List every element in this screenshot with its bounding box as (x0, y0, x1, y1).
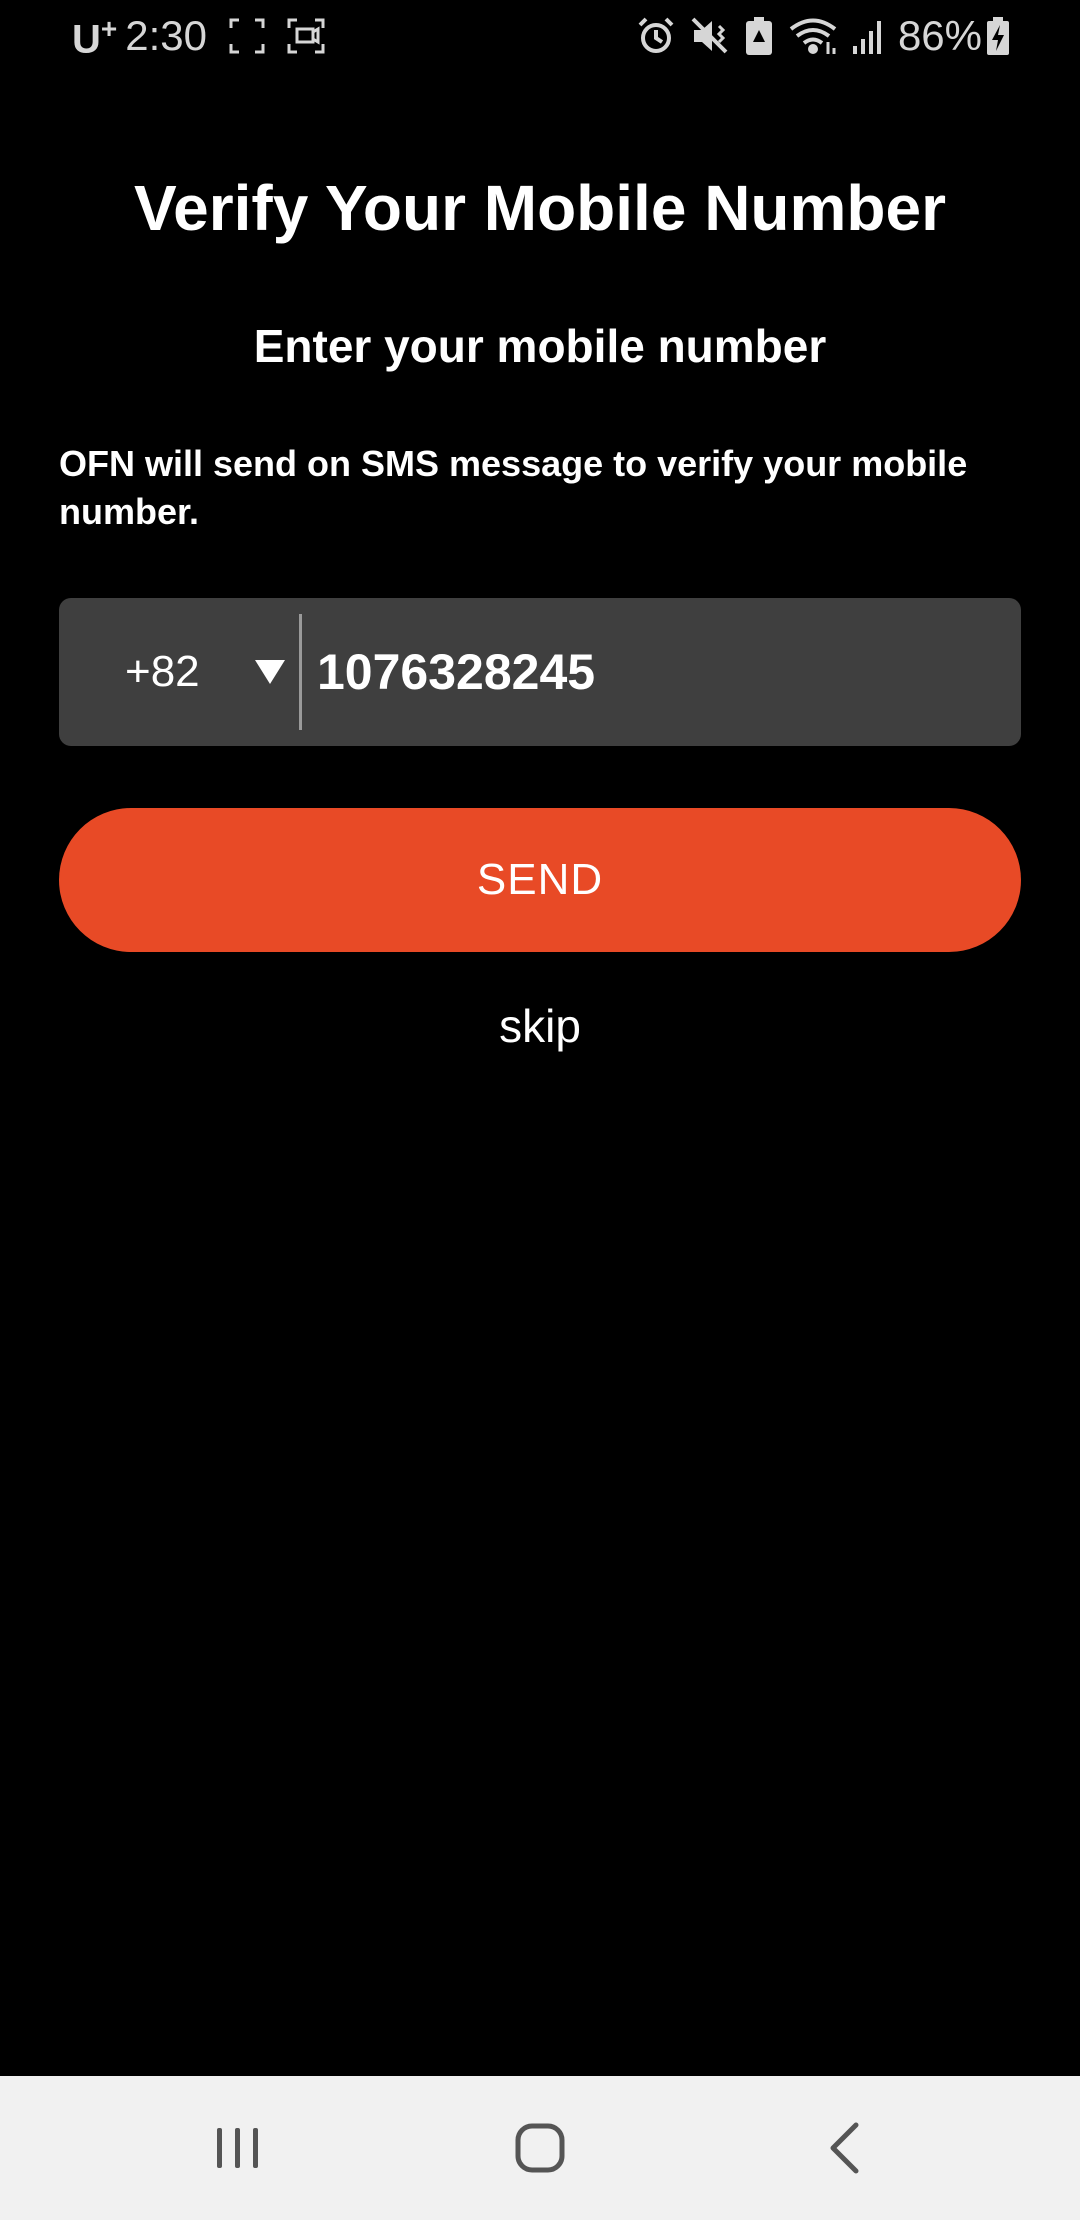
country-code-value: +82 (125, 647, 200, 696)
alarm-icon (636, 16, 676, 56)
back-icon (830, 2122, 859, 2174)
field-divider (299, 614, 302, 730)
recents-icon (217, 2128, 258, 2168)
carrier-label: U+ (72, 13, 117, 62)
home-icon (515, 2123, 565, 2173)
status-time: 2:30 (125, 12, 207, 59)
status-bar: U+ 2:30 86% (0, 0, 1080, 72)
navigation-bar (0, 2076, 1080, 2220)
skip-link[interactable]: skip (0, 996, 1080, 1056)
screen-expand-icon (229, 18, 265, 54)
recents-button[interactable] (158, 2076, 318, 2220)
screenshot-icon (287, 18, 325, 54)
dropdown-caret-icon (255, 660, 285, 684)
home-button[interactable] (460, 2076, 620, 2220)
page-title: Verify Your Mobile Number (133, 172, 947, 244)
phone-number-input[interactable] (317, 634, 997, 710)
back-button[interactable] (764, 2076, 924, 2220)
status-bar-left: U+ 2:30 (72, 10, 325, 62)
page-subtitle: Enter your mobile number (253, 320, 827, 372)
country-code-dropdown[interactable]: +82 (59, 598, 299, 746)
battery-saver-icon (744, 16, 774, 56)
send-button[interactable]: SEND (59, 808, 1021, 952)
verification-description: OFN will send on SMS message to verify y… (59, 443, 968, 532)
wifi-icon (788, 16, 838, 56)
mute-vibrate-icon (690, 16, 730, 56)
battery-percent: 86% (897, 12, 982, 59)
battery-charging-icon (986, 16, 1010, 56)
signal-icon (852, 16, 886, 56)
phone-number-row: +82 (59, 598, 1021, 746)
status-bar-right: 86% (622, 10, 1010, 62)
carrier-sup: + (100, 13, 118, 45)
carrier-name: U (72, 17, 101, 62)
